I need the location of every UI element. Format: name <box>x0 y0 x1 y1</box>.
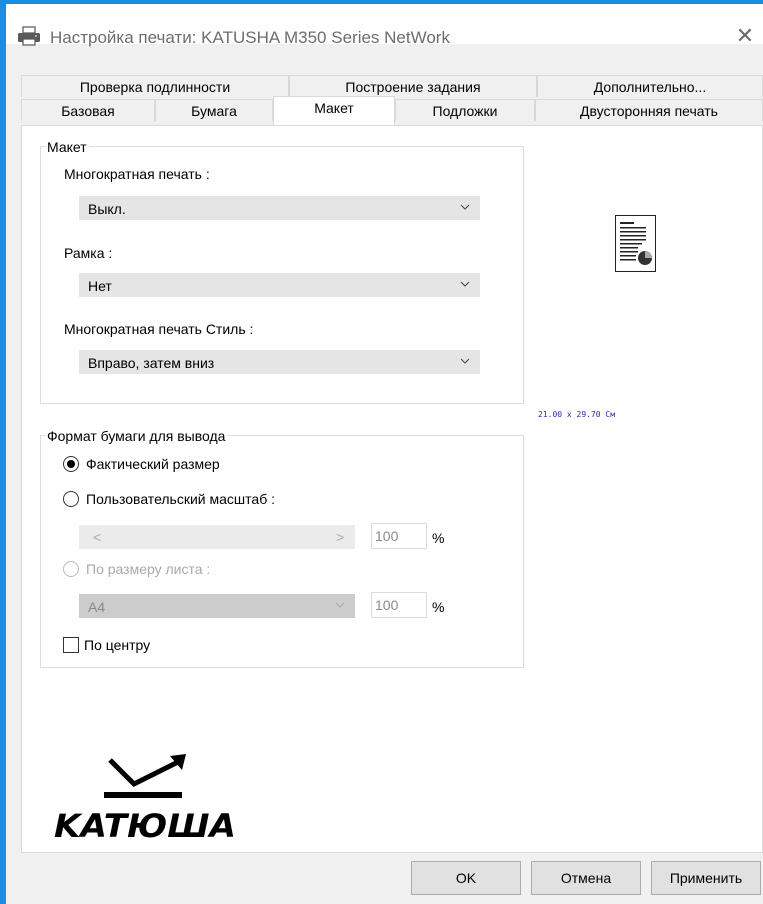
window-title: Настройка печати: KATUSHA M350 Series Ne… <box>50 28 450 47</box>
tab-advanced[interactable]: Дополнительно... <box>537 75 763 97</box>
print-style-select[interactable]: Вправо, затем вниз <box>79 350 480 374</box>
multiple-print-label: Многократная печать : <box>64 166 210 182</box>
chevron-down-icon <box>335 602 345 608</box>
logo-text: KATЮША <box>54 807 236 845</box>
actual-size-radio[interactable] <box>63 456 79 472</box>
tab-label: Двусторонняя печать <box>580 103 718 119</box>
multiple-print-select[interactable]: Выкл. <box>79 196 480 220</box>
scale-slider[interactable]: < > <box>79 525 355 549</box>
fit-to-page-percent: % <box>432 599 445 615</box>
document-preview-icon <box>620 222 652 265</box>
slider-right-arrow-icon[interactable]: > <box>336 527 344 547</box>
tab-label: Базовая <box>61 103 115 119</box>
multiple-print-value: Выкл. <box>88 201 126 217</box>
tab-job-build[interactable]: Построение задания <box>289 75 537 97</box>
frame-select[interactable]: Нет <box>79 273 480 297</box>
fit-to-page-paper-select[interactable]: A4 <box>79 594 355 618</box>
apply-button[interactable]: Применить <box>651 861 761 895</box>
radio-selected-dot <box>67 460 75 468</box>
chevron-down-icon <box>460 204 470 210</box>
tab-authentication[interactable]: Проверка подлинности <box>21 75 289 97</box>
fit-to-page-paper-value: A4 <box>88 599 106 615</box>
frame-label: Рамка : <box>64 245 113 261</box>
custom-scale-radio[interactable] <box>63 491 79 507</box>
tab-layout[interactable]: Макет <box>273 96 395 125</box>
chevron-down-icon <box>460 281 470 287</box>
center-label[interactable]: По центру <box>84 636 150 654</box>
tab-label: Подложки <box>432 103 498 119</box>
close-icon: ✕ <box>735 23 755 48</box>
custom-scale-label[interactable]: Пользовательский масштаб : <box>86 490 275 508</box>
fit-to-page-radio[interactable] <box>63 561 79 577</box>
slider-left-arrow-icon[interactable]: < <box>93 527 101 547</box>
page-preview-icon <box>615 215 656 272</box>
print-style-value: Вправо, затем вниз <box>88 355 215 371</box>
chevron-down-icon <box>460 358 470 364</box>
tab-label: Макет <box>314 100 354 116</box>
actual-size-label[interactable]: Фактический размер <box>86 455 220 473</box>
output-format-group-title: Формат бумаги для вывода <box>45 428 228 444</box>
tab-strip: Проверка подлинности Построение задания … <box>21 75 763 125</box>
tab-label: Бумага <box>191 103 237 119</box>
cancel-button[interactable]: Отмена <box>531 861 641 895</box>
window-left-border <box>0 4 6 904</box>
print-style-label: Многократная печать Стиль : <box>64 321 254 337</box>
tab-label: Дополнительно... <box>593 79 707 95</box>
custom-scale-percent: % <box>432 530 445 546</box>
center-checkbox[interactable] <box>63 637 79 653</box>
ok-button[interactable]: OK <box>411 861 521 895</box>
tab-label: Проверка подлинности <box>79 79 231 95</box>
tab-basic[interactable]: Базовая <box>21 99 155 121</box>
tab-label: Построение задания <box>345 79 481 95</box>
fit-to-page-input[interactable]: 100 <box>371 592 427 618</box>
fit-to-page-label[interactable]: По размеру листа : <box>86 560 210 578</box>
tab-paper[interactable]: Бумага <box>155 99 273 121</box>
frame-value: Нет <box>88 278 112 294</box>
katusha-logo: KATЮША <box>54 754 236 845</box>
paper-size-text: 21.00 x 29.70 Cм <box>538 410 616 419</box>
tab-watermarks[interactable]: Подложки <box>395 99 535 121</box>
custom-scale-value: 100 <box>375 528 399 544</box>
tab-duplex[interactable]: Двусторонняя печать <box>535 99 763 121</box>
fit-to-page-value: 100 <box>375 597 399 613</box>
close-button[interactable]: ✕ <box>733 24 757 48</box>
layout-group-title: Макет <box>45 139 89 155</box>
custom-scale-input[interactable]: 100 <box>371 523 427 549</box>
printer-icon <box>18 26 40 46</box>
